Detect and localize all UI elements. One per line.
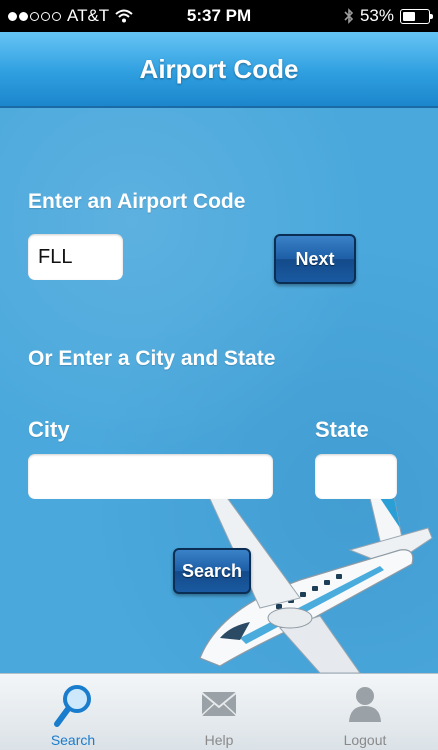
tab-logout[interactable]: Logout [292, 674, 438, 750]
airport-code-input[interactable] [28, 234, 123, 280]
next-button[interactable]: Next [274, 234, 356, 284]
city-label: City [28, 417, 70, 442]
tab-search[interactable]: Search [0, 674, 146, 750]
page-title: Airport Code [139, 54, 299, 84]
tab-help[interactable]: Help [146, 674, 292, 750]
tab-help-label: Help [204, 732, 234, 748]
tab-search-label: Search [50, 732, 96, 748]
battery-icon [400, 8, 433, 24]
city-input[interactable] [28, 454, 273, 499]
state-input[interactable] [315, 454, 397, 499]
tab-logout-label: Logout [343, 732, 387, 748]
city-state-label: Or Enter a City and State [28, 347, 276, 370]
search-button[interactable]: Search [173, 548, 251, 594]
person-icon [349, 687, 381, 722]
bluetooth-icon [344, 8, 354, 24]
status-right: 53% [344, 6, 433, 26]
battery-percent: 53% [359, 6, 394, 25]
navigation-bar: Airport Code [0, 32, 438, 108]
magnifier-icon [54, 685, 91, 727]
tab-bar: Search Help Logout [0, 673, 438, 750]
search-form: Enter an Airport Code Next Or Enter a Ci… [0, 108, 438, 673]
state-label: State [315, 417, 369, 442]
airport-code-label: Enter an Airport Code [28, 190, 246, 213]
status-bar: AT&T 5:37 PM 53% [0, 0, 438, 32]
envelope-icon [201, 692, 237, 716]
